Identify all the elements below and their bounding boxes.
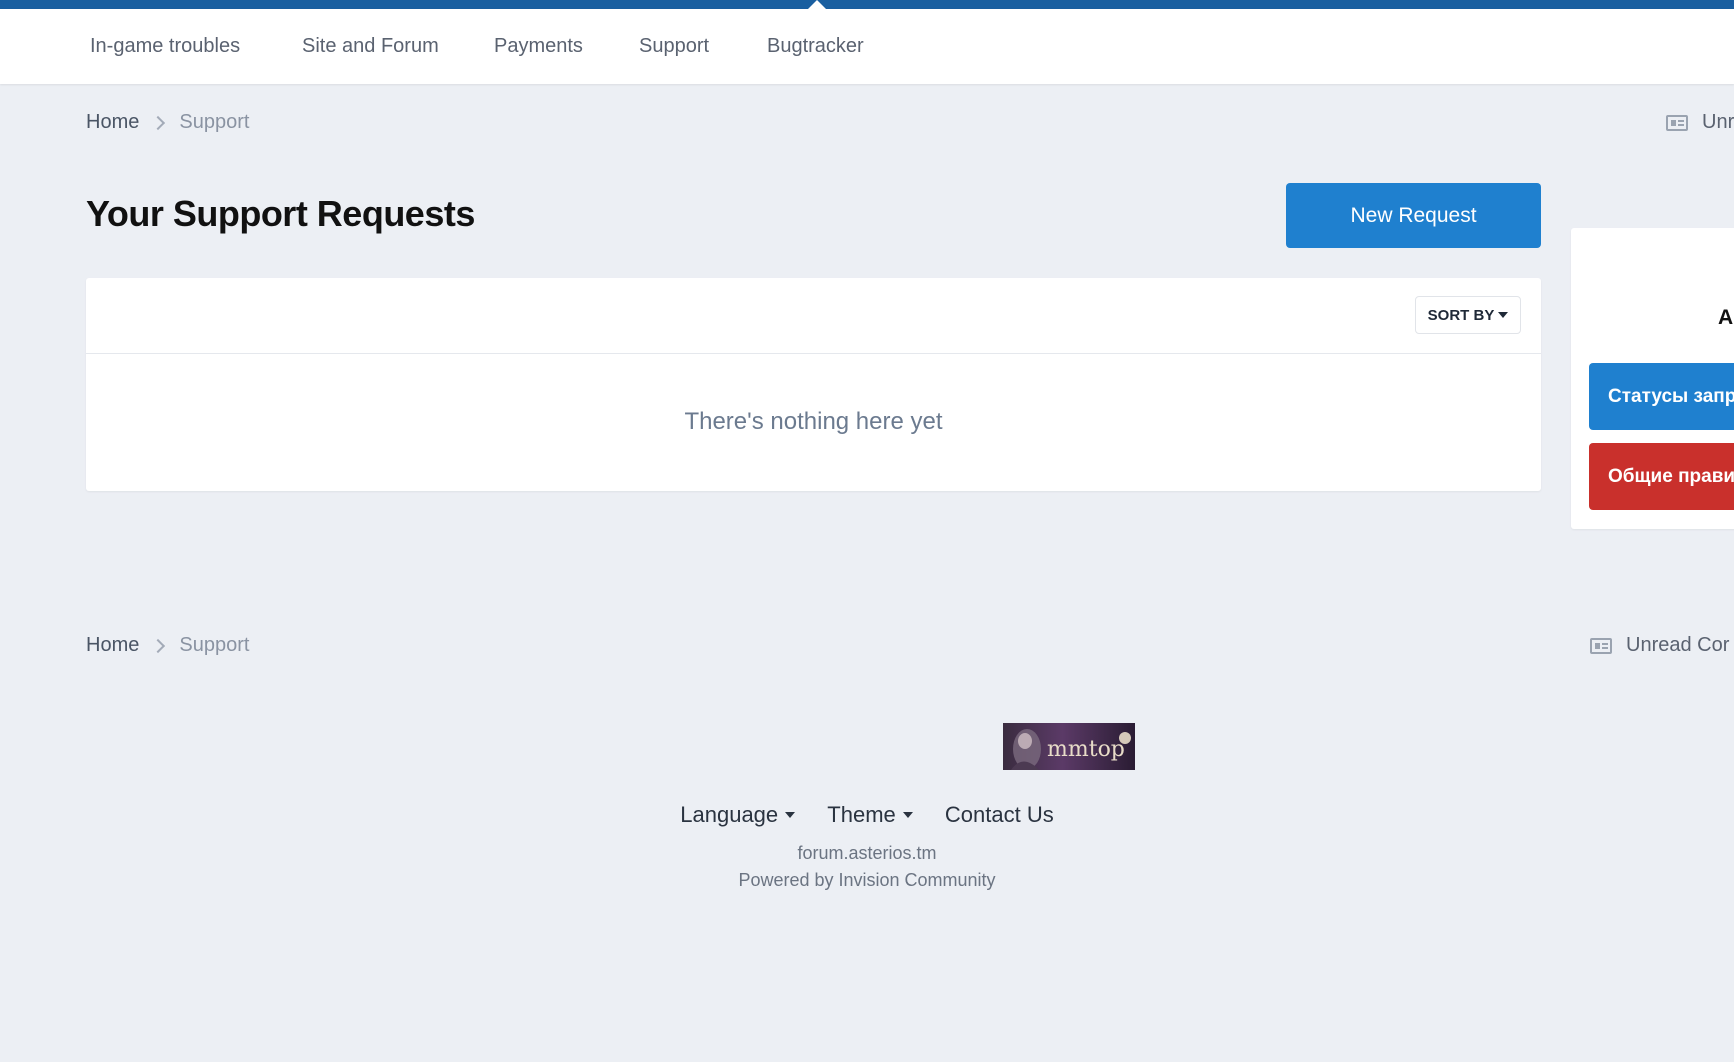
page-title: Your Support Requests bbox=[86, 193, 475, 234]
panel-divider bbox=[86, 353, 1541, 354]
language-label: Language bbox=[680, 802, 779, 827]
general-rules-button[interactable]: Общие прави bbox=[1589, 443, 1734, 510]
breadcrumb-top: Home Support bbox=[86, 111, 249, 134]
footer-links: Language Theme Contact Us bbox=[0, 802, 1734, 828]
sidebar-widget-heading: A bbox=[1718, 306, 1734, 329]
sort-by-dropdown[interactable]: SORT BY bbox=[1415, 296, 1521, 334]
chevron-right-icon bbox=[151, 638, 166, 653]
request-statuses-button[interactable]: Статусы запр bbox=[1589, 363, 1734, 430]
unread-content-label: Unr bbox=[1702, 111, 1734, 133]
new-request-button[interactable]: New Request bbox=[1286, 183, 1541, 248]
empty-state-message: There's nothing here yet bbox=[684, 408, 943, 435]
breadcrumb-bottom: Home Support bbox=[86, 634, 249, 657]
nav-item-in-game-troubles[interactable]: In-game troubles bbox=[90, 35, 240, 58]
theme-dropdown[interactable]: Theme bbox=[827, 802, 913, 828]
contact-us-label: Contact Us bbox=[944, 802, 1054, 827]
breadcrumb-support-link[interactable]: Support bbox=[179, 111, 249, 134]
breadcrumb-support-link[interactable]: Support bbox=[179, 634, 249, 657]
theme-label: Theme bbox=[827, 802, 896, 827]
breadcrumb-home-link[interactable]: Home bbox=[86, 111, 139, 134]
caret-down-icon bbox=[785, 812, 796, 818]
nav-item-payments[interactable]: Payments bbox=[494, 35, 583, 58]
nav-item-support[interactable]: Support bbox=[639, 35, 709, 58]
language-dropdown[interactable]: Language bbox=[680, 802, 796, 828]
breadcrumb-home-link[interactable]: Home bbox=[86, 634, 139, 657]
mmtop-rating-banner[interactable]: mmtop bbox=[1003, 723, 1135, 770]
newspaper-icon bbox=[1590, 637, 1612, 654]
nav-item-bugtracker[interactable]: Bugtracker bbox=[767, 35, 864, 58]
contact-us-link[interactable]: Contact Us bbox=[945, 802, 1054, 828]
chevron-right-icon bbox=[151, 115, 166, 130]
secondary-navigation: In-game troubles Site and Forum Payments… bbox=[0, 9, 1734, 84]
nav-item-site-and-forum[interactable]: Site and Forum bbox=[302, 35, 439, 58]
unread-content-link-bottom[interactable]: Unread Cor bbox=[1590, 634, 1729, 657]
unread-content-link-top[interactable]: Unr bbox=[1666, 111, 1734, 134]
footer-site-name: forum.asterios.tm bbox=[797, 843, 937, 863]
top-accent-bar bbox=[0, 0, 1734, 9]
newspaper-icon bbox=[1666, 114, 1688, 131]
caret-down-icon bbox=[1498, 312, 1509, 318]
unread-content-label: Unread Cor bbox=[1626, 634, 1730, 656]
active-nav-indicator bbox=[808, 0, 826, 9]
mmtop-logo-text: mmtop bbox=[1047, 737, 1125, 762]
caret-down-icon bbox=[902, 812, 913, 818]
support-requests-panel: SORT BY There's nothing here yet bbox=[86, 278, 1541, 491]
footer-powered-by[interactable]: Powered by Invision Community bbox=[0, 870, 1734, 891]
sidebar-widget: A Статусы запр Общие прави bbox=[1571, 228, 1734, 529]
sort-by-label: SORT BY bbox=[1427, 306, 1495, 324]
